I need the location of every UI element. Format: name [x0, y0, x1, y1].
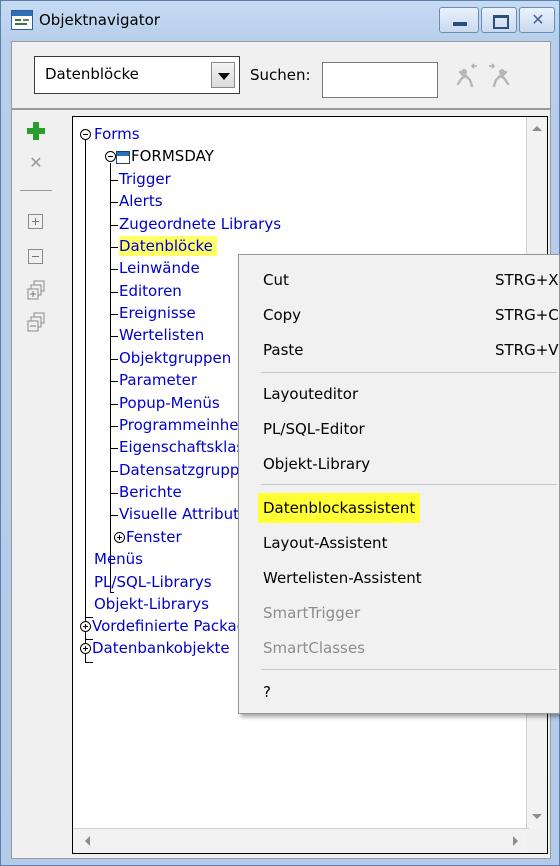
scrollbar-corner: [527, 829, 547, 853]
tree-node-objektgruppen[interactable]: Objektgruppen: [119, 348, 231, 368]
minimize-button[interactable]: [439, 7, 479, 33]
tree-node-libraries[interactable]: Zugeordnete Librarys: [119, 214, 281, 234]
tree-node-popup-menues[interactable]: Popup-Menüs: [119, 393, 220, 413]
menu-item-plsql-editor[interactable]: PL/SQL-Editor: [263, 414, 559, 444]
menu-item-help[interactable]: ?: [263, 677, 559, 707]
window-title: Objektnavigator: [39, 11, 160, 29]
close-button[interactable]: ✕: [519, 7, 555, 33]
side-toolbar: ✕: [12, 110, 60, 858]
title-bar[interactable]: Objektnavigator ✕: [1, 1, 560, 41]
menu-item-copy[interactable]: Copy STRG+C: [263, 300, 559, 330]
menu-item-wertelisten-assistent[interactable]: Wertelisten-Assistent: [263, 563, 559, 593]
view-select[interactable]: Datenblöcke: [34, 56, 240, 94]
delete-icon[interactable]: ✕: [25, 152, 47, 174]
minimize-icon: [453, 22, 467, 26]
close-icon: ✕: [531, 10, 545, 29]
scroll-up-icon[interactable]: [528, 120, 546, 138]
tree-node-visuelle-attribute[interactable]: Visuelle Attribute: [119, 504, 248, 524]
scroll-right-icon[interactable]: [507, 832, 525, 850]
tree-node-wertelisten[interactable]: Wertelisten: [119, 325, 204, 345]
menu-item-layouteditor[interactable]: Layouteditor: [263, 379, 559, 409]
tree-node-leinwaende[interactable]: Leinwände: [119, 258, 200, 278]
collapse-module-icon[interactable]: [105, 151, 116, 162]
horizontal-scrollbar[interactable]: [73, 828, 529, 853]
maximize-button[interactable]: [481, 7, 517, 33]
collapse-all-icon[interactable]: [26, 312, 46, 334]
tree-node-alerts[interactable]: Alerts: [119, 191, 163, 211]
app-icon: [11, 10, 33, 30]
scroll-down-icon[interactable]: [528, 808, 546, 826]
find-previous-icon[interactable]: [452, 62, 480, 88]
menu-item-layout-assistent[interactable]: Layout-Assistent: [263, 528, 559, 558]
menu-item-datenblockassistent[interactable]: Datenblockassistent: [258, 493, 559, 523]
navigator-toolbar: Datenblöcke Suchen:: [11, 41, 551, 109]
menu-item-objekt-library[interactable]: Objekt-Library: [263, 449, 559, 479]
tree-node-forms[interactable]: Forms: [94, 124, 140, 144]
view-select-value: Datenblöcke: [45, 65, 139, 83]
side-toolbar-divider: [20, 190, 52, 191]
collapse-icon[interactable]: [28, 249, 43, 264]
search-label: Suchen:: [250, 66, 311, 84]
maximize-icon: [493, 15, 509, 29]
expand-packages-icon[interactable]: [80, 621, 91, 632]
tree-node-plsql-librarys[interactable]: PL/SQL-Librarys: [94, 572, 212, 592]
add-icon[interactable]: [25, 120, 47, 142]
tree-node-menues[interactable]: Menüs: [94, 549, 143, 569]
form-module-icon: [116, 151, 130, 164]
tree-node-datenbloecke[interactable]: Datenblöcke: [119, 236, 217, 256]
tree-node-datenbankobjekte[interactable]: Datenbankobjekte: [92, 638, 230, 658]
tree-node-trigger[interactable]: Trigger: [119, 169, 171, 189]
chevron-down-icon[interactable]: [211, 62, 235, 88]
expand-dbobjects-icon[interactable]: [80, 643, 91, 654]
tree-node-fenster[interactable]: Fenster: [126, 527, 182, 547]
menu-item-smartclasses: SmartClasses: [263, 639, 365, 657]
menu-item-smarttrigger: SmartTrigger: [263, 604, 361, 622]
tree-node-ereignisse[interactable]: Ereignisse: [119, 303, 196, 323]
tree-node-objekt-librarys[interactable]: Objekt-Librarys: [94, 594, 209, 614]
context-menu: Cut STRG+X Copy STRG+C Paste STRG+V Layo…: [238, 254, 560, 714]
scroll-left-icon[interactable]: [79, 832, 97, 850]
search-input[interactable]: [322, 62, 438, 98]
collapse-forms-icon[interactable]: [80, 129, 91, 140]
menu-separator: [261, 484, 557, 485]
expand-icon[interactable]: [28, 214, 43, 229]
tree-node-formsday[interactable]: FORMSDAY: [131, 146, 214, 166]
expand-all-icon[interactable]: [26, 280, 46, 302]
menu-separator: [261, 669, 557, 670]
menu-separator: [261, 372, 557, 373]
tree-node-editoren[interactable]: Editoren: [119, 281, 182, 301]
menu-item-paste[interactable]: Paste STRG+V: [263, 335, 559, 365]
menu-item-cut[interactable]: Cut STRG+X: [263, 265, 559, 295]
expand-fenster-icon[interactable]: [114, 532, 125, 543]
tree-node-berichte[interactable]: Berichte: [119, 482, 182, 502]
tree-node-parameter[interactable]: Parameter: [119, 370, 197, 390]
find-next-icon[interactable]: [486, 62, 514, 88]
